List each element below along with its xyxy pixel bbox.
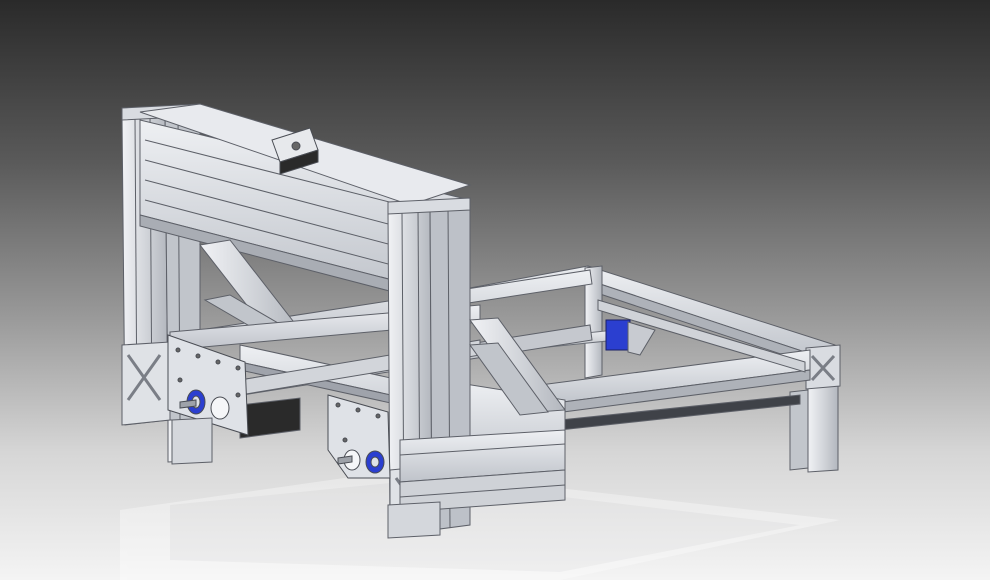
cad-viewport <box>0 0 990 580</box>
front-lower-beam <box>399 429 566 513</box>
motor-mount-icon <box>605 319 631 351</box>
cnc-frame-model <box>120 103 841 580</box>
side-plate-right <box>327 394 391 479</box>
